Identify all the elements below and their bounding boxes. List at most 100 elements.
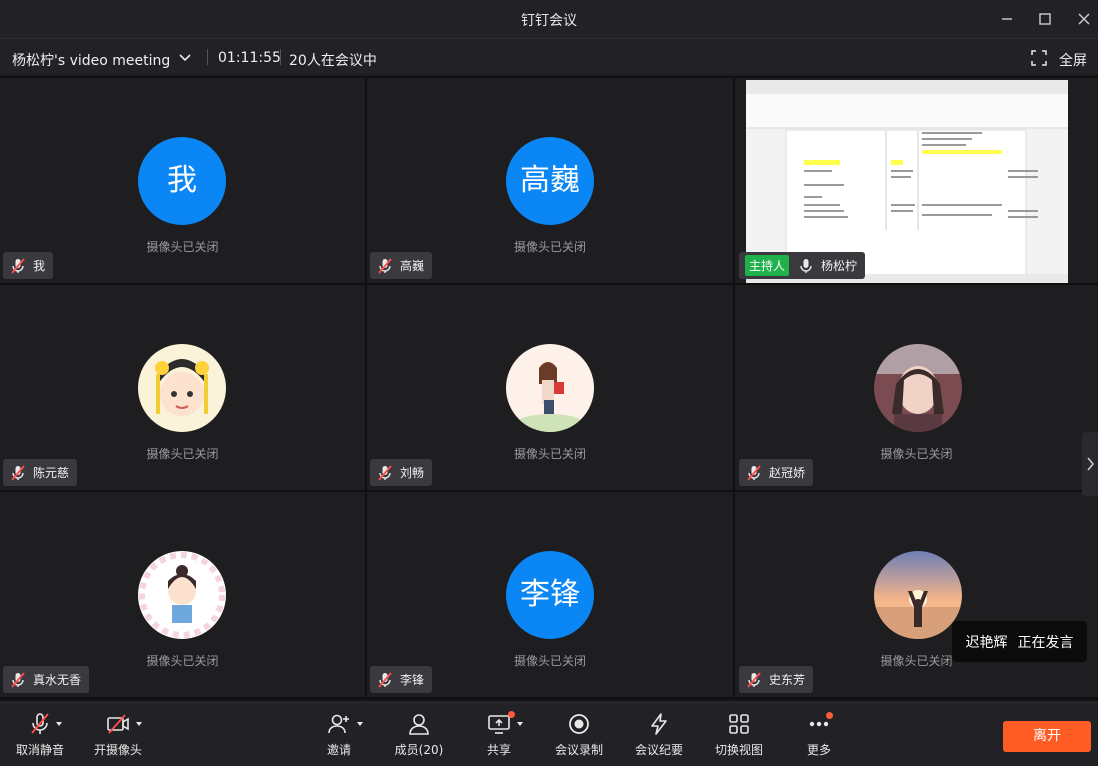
participant-tile[interactable]: 摄像头已关闭 真水无香 xyxy=(0,492,365,697)
next-page-button[interactable] xyxy=(1082,432,1098,496)
record-icon xyxy=(569,714,589,734)
participant-tile-screen-share[interactable]: 主持人 杨松柠 xyxy=(735,78,1098,283)
muted-mic-icon xyxy=(11,464,25,481)
avatar xyxy=(874,344,962,432)
leave-button[interactable]: 离开 xyxy=(1003,721,1091,752)
more-button[interactable]: 更多 xyxy=(779,711,859,758)
caret-down-icon[interactable] xyxy=(356,720,364,728)
muted-mic-icon xyxy=(11,671,25,688)
muted-mic-icon xyxy=(378,671,392,688)
participant-tile[interactable]: 高巍 摄像头已关闭 高巍 xyxy=(367,78,733,283)
participant-tile[interactable]: 摄像头已关闭 赵冠娇 xyxy=(735,285,1098,490)
members-label: 成员(20) xyxy=(394,743,444,757)
photo-avatar-icon xyxy=(874,344,962,432)
avatar: 李锋 xyxy=(506,551,594,639)
participant-name: 杨松柠 xyxy=(821,259,858,273)
avatar xyxy=(138,344,226,432)
avatar xyxy=(506,344,594,432)
participant-name: 李锋 xyxy=(400,673,425,687)
caret-down-icon[interactable] xyxy=(135,720,143,728)
participant-tile[interactable]: 我 摄像头已关闭 我 xyxy=(0,78,365,283)
mic-icon xyxy=(800,258,812,273)
invite-button[interactable]: 邀请 xyxy=(299,711,379,758)
lightning-icon xyxy=(651,713,667,735)
window-title: 钉钉会议 xyxy=(521,13,577,29)
switch-view-button[interactable]: 切换视图 xyxy=(699,711,779,758)
avatar: 我 xyxy=(138,137,226,225)
participant-name: 我 xyxy=(33,259,46,273)
name-plate: 陈元慈 xyxy=(3,459,78,486)
muted-mic-icon xyxy=(378,464,392,481)
meeting-info-bar: 杨松柠's video meeting 01:11:55 20人在会议中 全屏 xyxy=(0,38,1098,74)
unmute-label: 取消静音 xyxy=(15,743,64,757)
fullscreen-icon[interactable] xyxy=(1031,50,1047,66)
participant-name: 赵冠娇 xyxy=(769,466,806,480)
host-badge: 主持人 xyxy=(745,255,790,276)
avatar xyxy=(874,551,962,639)
caret-down-icon[interactable] xyxy=(55,720,63,728)
participant-name: 刘畅 xyxy=(400,466,425,480)
camera-button[interactable]: 开摄像头 xyxy=(78,711,158,758)
minimize-icon[interactable] xyxy=(997,9,1017,29)
sunset-photo-avatar-icon xyxy=(874,551,962,639)
speaking-label: 正在发言 xyxy=(1017,634,1074,651)
unmute-button[interactable]: 取消静音 xyxy=(0,711,80,758)
members-button[interactable]: 成员(20) xyxy=(379,711,459,758)
camera-label: 开摄像头 xyxy=(93,743,142,757)
caret-down-icon[interactable] xyxy=(516,720,524,728)
name-plate: 真水无香 xyxy=(3,666,90,693)
invite-label: 邀请 xyxy=(326,743,351,757)
name-plate: 主持人 杨松柠 xyxy=(739,252,866,279)
share-button[interactable]: 共享 xyxy=(459,711,539,758)
title-bar: 钉钉会议 xyxy=(0,0,1098,38)
speaker-name: 迟艳辉 xyxy=(965,634,1008,651)
participant-tile[interactable]: 摄像头已关闭 陈元慈 xyxy=(0,285,365,490)
cartoon-reader-avatar-icon xyxy=(506,344,594,432)
muted-mic-icon xyxy=(747,464,761,481)
chevron-right-icon xyxy=(1087,457,1094,471)
muted-mic-icon xyxy=(747,671,761,688)
user-icon xyxy=(409,714,429,735)
camera-off-label: 摄像头已关闭 xyxy=(146,240,219,254)
record-button[interactable]: 会议录制 xyxy=(539,711,619,758)
minutes-label: 会议纪要 xyxy=(634,743,683,757)
muted-mic-icon xyxy=(11,257,25,274)
divider xyxy=(207,49,208,65)
maximize-icon[interactable] xyxy=(1035,9,1055,29)
participant-name: 高巍 xyxy=(400,259,425,273)
meeting-timer: 01:11:55 xyxy=(218,50,281,66)
muted-mic-icon xyxy=(378,257,392,274)
record-label: 会议录制 xyxy=(554,743,603,757)
meeting-name[interactable]: 杨松柠's video meeting xyxy=(12,50,170,70)
muted-mic-icon xyxy=(31,713,49,734)
video-grid: 我 摄像头已关闭 我 高巍 摄像头已关闭 高巍 主持人 杨松柠 摄像头已关闭 陈… xyxy=(0,76,1098,700)
participant-name: 史东芳 xyxy=(769,673,806,687)
chevron-down-icon[interactable] xyxy=(176,49,194,67)
cartoon-girl-avatar-icon xyxy=(138,344,226,432)
participant-name: 陈元慈 xyxy=(33,466,70,480)
switch-view-label: 切换视图 xyxy=(714,743,763,757)
divider xyxy=(280,49,281,65)
close-icon[interactable] xyxy=(1074,9,1094,29)
add-user-icon xyxy=(328,714,349,734)
name-plate: 我 xyxy=(3,252,54,279)
avatar xyxy=(138,551,226,639)
participant-tile[interactable]: 摄像头已关闭 刘畅 xyxy=(367,285,733,490)
name-plate: 刘畅 xyxy=(370,459,433,486)
notification-dot xyxy=(508,711,515,718)
avatar: 高巍 xyxy=(506,137,594,225)
participant-name: 真水无香 xyxy=(33,673,82,687)
participant-tile[interactable]: 摄像头已关闭 史东芳 xyxy=(735,492,1098,697)
name-plate: 史东芳 xyxy=(739,666,814,693)
minutes-button[interactable]: 会议纪要 xyxy=(619,711,699,758)
notification-dot xyxy=(826,712,833,719)
cartoon-girl-avatar-icon xyxy=(138,551,226,639)
active-speaker-toast: 迟艳辉 正在发言 xyxy=(952,621,1087,662)
participant-count: 20人在会议中 xyxy=(289,53,377,69)
grid-view-icon xyxy=(729,714,749,734)
camera-off-icon xyxy=(107,714,129,734)
more-label: 更多 xyxy=(806,743,831,757)
fullscreen-button[interactable]: 全屏 xyxy=(1059,50,1087,70)
participant-tile[interactable]: 李锋 摄像头已关闭 李锋 xyxy=(367,492,733,697)
share-label: 共享 xyxy=(486,743,511,757)
